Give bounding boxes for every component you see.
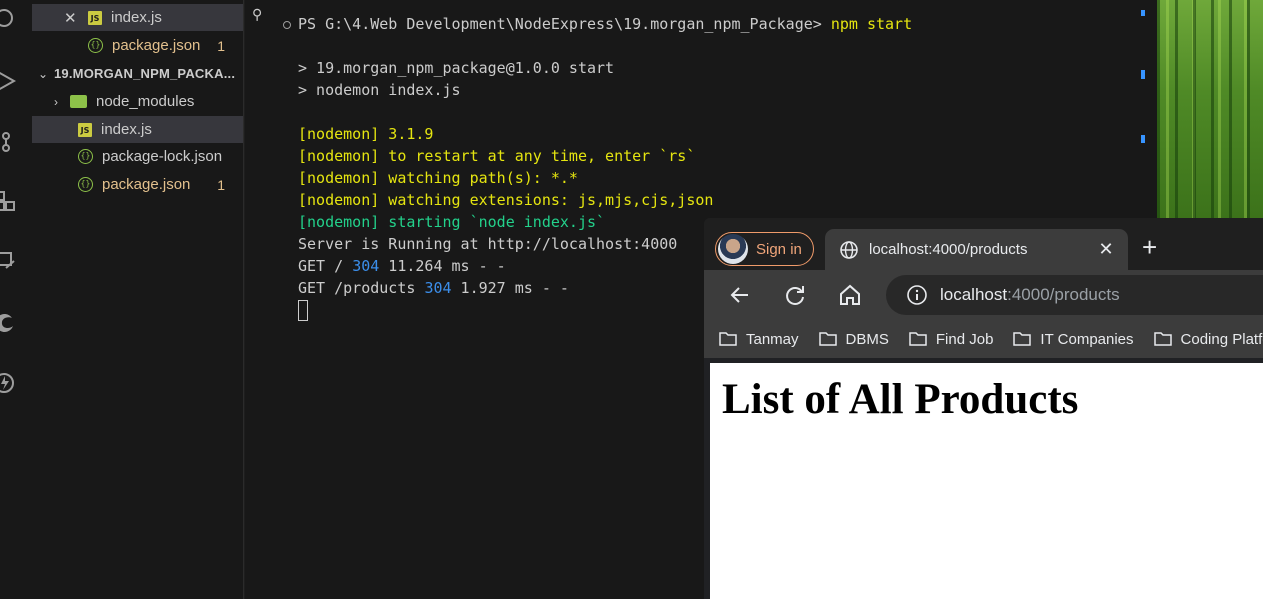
request-timing: 11.264 ms - - xyxy=(379,257,506,275)
json-file-icon: {} xyxy=(78,177,93,192)
pin-icon[interactable]: ⚲ xyxy=(252,6,262,23)
tree-item-label: node_modules xyxy=(96,93,195,110)
terminal-line: Server is Running at http://localhost:40… xyxy=(298,235,678,253)
bookmark-folder-dbms[interactable]: DBMS xyxy=(818,330,889,348)
remote-explorer-icon[interactable] xyxy=(0,248,18,274)
js-file-icon: JS xyxy=(78,122,92,137)
chevron-right-icon: › xyxy=(54,94,58,109)
run-debug-icon[interactable] xyxy=(0,68,18,94)
scrollbar-marker[interactable] xyxy=(1141,70,1145,79)
bookmark-folder-it-companies[interactable]: IT Companies xyxy=(1012,330,1134,348)
terminal-request-line: GET /products 304 1.927 ms - - xyxy=(298,277,569,299)
browser-window: Sign in localhost:4000/products ✕ + loca… xyxy=(704,218,1263,599)
prompt-indicator-icon xyxy=(283,20,291,29)
terminal-cursor-line xyxy=(298,299,308,321)
bookmarks-bar: Tanmay DBMS Find Job IT Companies Coding… xyxy=(704,320,1263,358)
tree-item-label: package-lock.json xyxy=(102,148,223,165)
folder-icon xyxy=(719,332,737,346)
edge-devtools-icon[interactable] xyxy=(0,310,18,336)
folder-icon xyxy=(1153,332,1172,346)
browser-toolbar: localhost:4000/products xyxy=(704,270,1263,320)
page-viewport: List of All Products xyxy=(710,363,1263,599)
site-info-icon[interactable] xyxy=(906,284,928,306)
scrollbar-marker[interactable] xyxy=(1141,10,1145,16)
problem-count-badge: 1 xyxy=(217,176,225,193)
thunder-client-icon[interactable] xyxy=(0,370,18,396)
terminal-line: [nodemon] watching path(s): *.* xyxy=(298,169,578,187)
refresh-icon[interactable] xyxy=(781,281,809,309)
json-file-icon: {} xyxy=(88,38,103,53)
folder-icon xyxy=(818,332,837,346)
close-tab-icon[interactable]: ✕ xyxy=(1096,239,1116,260)
tab-title: localhost:4000/products xyxy=(869,241,1028,258)
js-file-icon: JS xyxy=(88,10,102,25)
tree-item-package-lock-json[interactable]: {} package-lock.json xyxy=(32,143,243,170)
request-text: GET / xyxy=(298,257,353,275)
terminal-line: [nodemon] 3.1.9 xyxy=(298,125,434,143)
tree-item-package-json[interactable]: {} package.json 1 xyxy=(32,171,243,198)
open-editor-package-json[interactable]: {} package.json 1 xyxy=(32,32,243,59)
open-editor-label: package.json xyxy=(112,37,201,54)
avatar xyxy=(718,234,748,264)
chevron-down-icon: ⌄ xyxy=(38,66,49,81)
desktop-wallpaper xyxy=(1157,0,1263,230)
extensions-icon[interactable] xyxy=(0,188,18,214)
terminal-line: > nodemon index.js xyxy=(298,81,461,99)
json-file-icon: {} xyxy=(78,149,93,164)
activity-bar xyxy=(0,0,32,599)
bookmark-label: Tanmay xyxy=(746,330,799,348)
bookmark-label: Find Job xyxy=(935,330,994,348)
source-control-icon[interactable] xyxy=(0,128,18,154)
page-heading: List of All Products xyxy=(722,376,1079,423)
open-editor-label: index.js xyxy=(111,9,162,26)
tab-strip: Sign in localhost:4000/products ✕ + xyxy=(704,218,1263,270)
scrollbar-marker[interactable] xyxy=(1141,135,1145,143)
status-code: 304 xyxy=(424,279,452,297)
terminal-line: [nodemon] starting `node index.js` xyxy=(298,213,606,231)
terminal-command: npm start xyxy=(830,15,913,33)
home-icon[interactable] xyxy=(836,281,864,309)
tree-item-index-js[interactable]: JS index.js xyxy=(32,116,243,143)
terminal-line: [nodemon] to restart at any time, enter … xyxy=(298,147,696,165)
bookmark-folder-find-job[interactable]: Find Job xyxy=(908,330,994,348)
folder-icon xyxy=(909,332,927,346)
bookmark-label: Coding Platfo xyxy=(1180,330,1263,348)
folder-title: 19.MORGAN_NPM_PACKA... xyxy=(54,66,236,81)
new-tab-icon[interactable]: + xyxy=(1142,234,1157,260)
url-host: localhost xyxy=(940,285,1008,304)
terminal-gutter: ⚲ xyxy=(245,0,273,599)
bookmark-label: DBMS xyxy=(845,330,889,348)
terminal-request-line: GET / 304 11.264 ms - - xyxy=(298,255,506,277)
request-text: GET /products xyxy=(298,279,425,297)
open-editor-index-js[interactable]: ✕ JS index.js xyxy=(32,4,243,31)
terminal-cursor xyxy=(298,300,308,321)
url-path: :4000/products xyxy=(1007,285,1120,304)
tree-item-label: index.js xyxy=(101,121,152,138)
close-icon[interactable]: ✕ xyxy=(64,9,82,27)
bookmark-folder-coding-platforms[interactable]: Coding Platfo xyxy=(1153,330,1263,348)
problem-count-badge: 1 xyxy=(217,37,225,54)
address-bar[interactable]: localhost:4000/products xyxy=(886,275,1263,315)
terminal-line: > 19.morgan_npm_package@1.0.0 start xyxy=(298,59,615,77)
profile-button[interactable]: Sign in xyxy=(715,232,814,266)
status-code: 304 xyxy=(352,257,380,275)
profile-label: Sign in xyxy=(756,240,802,258)
tree-item-label: package.json xyxy=(102,176,191,193)
bookmark-label: IT Companies xyxy=(1040,330,1134,348)
search-icon[interactable] xyxy=(0,6,18,32)
bookmark-folder-tanmay[interactable]: Tanmay xyxy=(718,330,799,348)
explorer-panel: ✕ JS index.js {} package.json 1 ⌄ 19.MOR… xyxy=(32,0,244,599)
terminal-prompt: PS G:\4.Web Development\NodeExpress\19.m… xyxy=(298,15,831,33)
terminal-prompt-line: PS G:\4.Web Development\NodeExpress\19.m… xyxy=(283,13,912,35)
folder-icon xyxy=(70,95,87,108)
terminal-line: [nodemon] watching extensions: js,mjs,cj… xyxy=(298,191,714,209)
back-icon[interactable] xyxy=(726,281,754,309)
tree-item-node-modules[interactable]: › node_modules xyxy=(32,88,243,115)
tab-active[interactable]: localhost:4000/products ✕ xyxy=(825,229,1128,270)
request-timing: 1.927 ms - - xyxy=(451,279,569,297)
folder-section-header[interactable]: ⌄ 19.MORGAN_NPM_PACKA... xyxy=(32,60,243,87)
globe-icon xyxy=(839,240,859,260)
folder-icon xyxy=(1013,332,1032,346)
